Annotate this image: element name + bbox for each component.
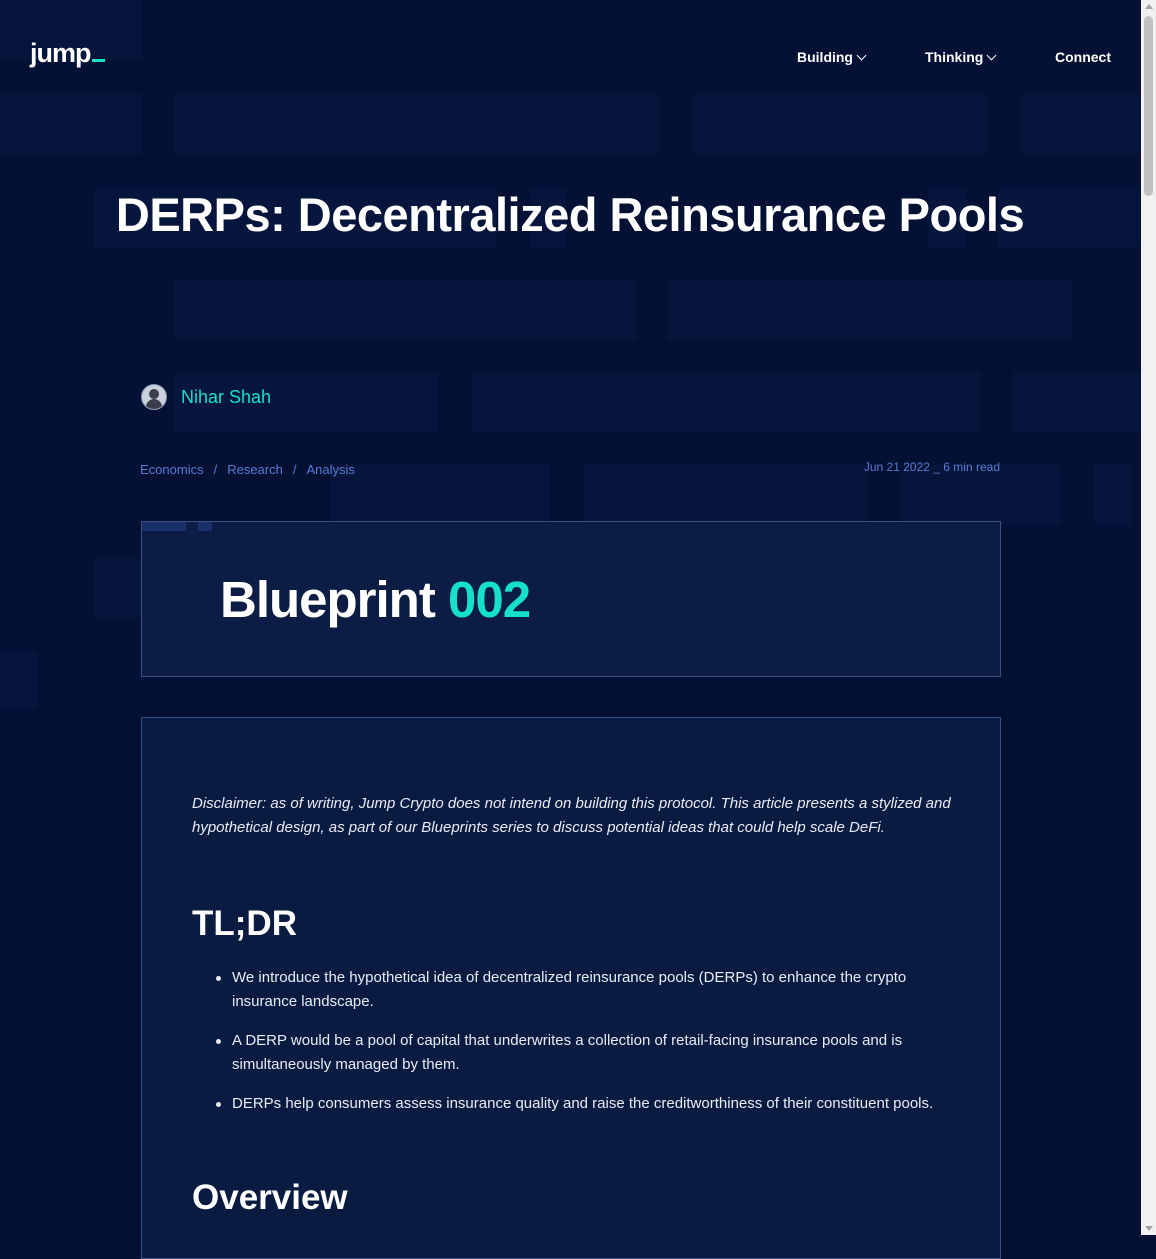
list-item: A DERP would be a pool of capital that u… — [192, 1029, 962, 1077]
background-tile — [174, 94, 660, 154]
nav-building-label: Building — [797, 49, 853, 65]
breadcrumb-separator: / — [213, 462, 218, 477]
tldr-heading: TL;DR — [192, 904, 297, 943]
article-meta: Jun 21 2022 _ 6 min read — [864, 460, 1000, 474]
background-tile — [1094, 465, 1132, 525]
nav-building[interactable]: Building — [797, 49, 867, 65]
blueprint-banner: Blueprint 002 — [141, 521, 1001, 677]
background-tile — [0, 650, 38, 710]
background-tile — [330, 465, 550, 525]
blueprint-word: Blueprint — [220, 571, 436, 628]
tag-economics[interactable]: Economics — [140, 462, 204, 477]
background-tile — [1021, 94, 1141, 154]
chevron-down-icon — [986, 50, 997, 61]
background-tile — [1013, 372, 1141, 432]
background-tile — [94, 558, 142, 618]
publish-date: Jun 21 2022 — [863, 460, 930, 474]
read-time: 6 min read — [943, 460, 1000, 474]
tag-analysis[interactable]: Analysis — [306, 462, 354, 477]
page-title: DERPs: Decentralized Reinsurance Pools — [115, 188, 1025, 241]
nav-connect-label: Connect — [1055, 49, 1111, 65]
background-tile — [584, 465, 868, 525]
nav-connect[interactable]: Connect — [1055, 49, 1111, 65]
breadcrumb-separator: / — [292, 462, 297, 477]
article-body: Disclaimer: as of writing, Jump Crypto d… — [141, 717, 1001, 1259]
nav-thinking-label: Thinking — [925, 49, 984, 65]
scrollbar-thumb[interactable] — [1144, 16, 1153, 196]
author[interactable]: Nihar Shah — [141, 384, 271, 410]
overview-heading: Overview — [192, 1178, 348, 1217]
meta-separator: _ — [933, 460, 940, 474]
banner-accent — [198, 522, 212, 531]
logo-underscore — [91, 59, 105, 62]
chevron-down-icon — [856, 50, 867, 61]
author-name[interactable]: Nihar Shah — [181, 387, 271, 408]
list-item: DERPs help consumers assess insurance qu… — [192, 1092, 962, 1116]
background-tile — [901, 465, 1061, 525]
background-tile — [0, 94, 142, 154]
tldr-list: We introduce the hypothetical idea of de… — [192, 966, 962, 1131]
logo-text: jump — [30, 38, 91, 68]
tag-research[interactable]: Research — [227, 462, 283, 477]
background-tile — [174, 280, 636, 340]
background-tile — [472, 372, 980, 432]
nav-thinking[interactable]: Thinking — [925, 49, 997, 65]
banner-accent — [142, 522, 186, 531]
blueprint-number: 002 — [448, 571, 531, 628]
logo[interactable]: jump — [30, 38, 105, 69]
disclaimer: Disclaimer: as of writing, Jump Crypto d… — [192, 795, 951, 836]
scroll-up-icon[interactable] — [1145, 4, 1153, 9]
blueprint-title: Blueprint 002 — [220, 570, 531, 629]
list-item: We introduce the hypothetical idea of de… — [192, 966, 962, 1014]
avatar — [141, 384, 167, 410]
scroll-down-icon[interactable] — [1145, 1226, 1153, 1231]
breadcrumb: Economics / Research / Analysis — [140, 462, 355, 477]
background-tile — [668, 280, 1072, 340]
scrollbar[interactable] — [1141, 0, 1156, 1235]
background-tile — [692, 94, 988, 154]
